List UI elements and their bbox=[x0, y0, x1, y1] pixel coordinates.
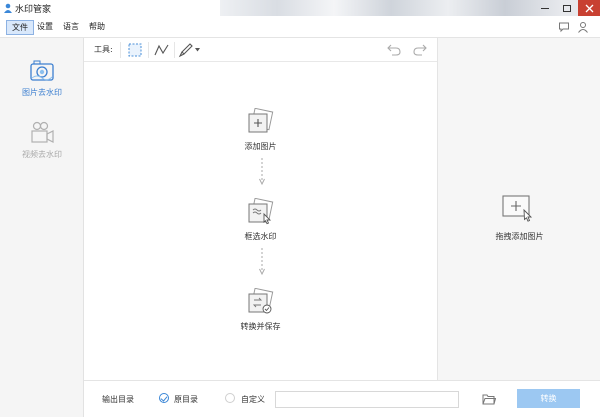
add-image-icon bbox=[248, 108, 274, 133]
undo-icon[interactable] bbox=[386, 42, 402, 58]
menu-settings[interactable]: 设置 bbox=[32, 20, 58, 35]
sidebar-item-video-watermark[interactable]: 视频去水印 bbox=[0, 120, 84, 176]
chevron-down-icon[interactable] bbox=[195, 48, 200, 52]
menu-file[interactable]: 文件 bbox=[6, 20, 34, 35]
window-title: 水印管家 bbox=[15, 5, 52, 15]
menu-help[interactable]: 帮助 bbox=[84, 20, 110, 35]
minimize-button[interactable] bbox=[534, 0, 556, 16]
output-dir-label: 输出目录 bbox=[102, 395, 134, 404]
workflow-canvas: 添加图片 框选水印 转换并保存 bbox=[84, 62, 437, 380]
drop-hint: 拖拽添加图片 bbox=[495, 232, 544, 241]
radio-custom-label[interactable]: 自定义 bbox=[241, 394, 265, 405]
step-label: 添加图片 bbox=[244, 142, 277, 151]
polyline-icon[interactable] bbox=[154, 42, 170, 58]
close-button[interactable] bbox=[578, 0, 600, 16]
toolbar-label: 工具: bbox=[94, 45, 113, 54]
output-path-input[interactable] bbox=[275, 391, 459, 408]
arrow-down-icon bbox=[259, 158, 265, 186]
close-icon bbox=[585, 4, 593, 12]
drop-image-icon bbox=[502, 195, 533, 222]
sidebar-item-label: 图片去水印 bbox=[22, 88, 62, 97]
user-icon[interactable] bbox=[577, 21, 589, 33]
video-camera-icon bbox=[31, 121, 54, 143]
rectangle-select-icon[interactable] bbox=[127, 42, 143, 58]
brush-icon[interactable] bbox=[178, 42, 194, 58]
chat-icon[interactable] bbox=[558, 21, 570, 33]
radio-original-dir[interactable] bbox=[159, 393, 169, 403]
sidebar-item-image-watermark[interactable]: 图片去水印 bbox=[0, 58, 84, 114]
toolbar-divider bbox=[174, 42, 175, 58]
app-logo-icon bbox=[4, 3, 12, 13]
toolbar-divider bbox=[120, 42, 121, 58]
sidebar: 图片去水印 视频去水印 bbox=[0, 38, 84, 417]
convert-save-icon bbox=[248, 288, 274, 314]
output-bar: 输出目录 原目录 自定义 转换 bbox=[84, 380, 600, 417]
folder-icon[interactable] bbox=[482, 393, 496, 405]
radio-original-label[interactable]: 原目录 bbox=[174, 394, 198, 405]
drop-panel[interactable]: 拖拽添加图片 bbox=[437, 38, 600, 380]
camera-icon bbox=[30, 60, 54, 81]
select-watermark-icon bbox=[248, 198, 274, 225]
title-bar: 水印管家 bbox=[0, 0, 600, 16]
sidebar-item-label: 视频去水印 bbox=[22, 150, 62, 159]
menu-language[interactable]: 语言 bbox=[58, 20, 84, 35]
toolbar: 工具: bbox=[84, 38, 437, 62]
menu-bar: 文件 设置 语言 帮助 bbox=[0, 16, 600, 38]
radio-custom-dir[interactable] bbox=[225, 393, 235, 403]
minimize-icon bbox=[541, 7, 549, 9]
step-label: 框选水印 bbox=[244, 232, 277, 241]
arrow-down-icon bbox=[259, 248, 265, 276]
step-label: 转换并保存 bbox=[240, 322, 281, 331]
convert-button[interactable]: 转换 bbox=[517, 389, 580, 408]
maximize-icon bbox=[563, 4, 571, 12]
redo-icon[interactable] bbox=[412, 42, 428, 58]
maximize-button[interactable] bbox=[556, 0, 578, 16]
toolbar-divider bbox=[148, 42, 149, 58]
